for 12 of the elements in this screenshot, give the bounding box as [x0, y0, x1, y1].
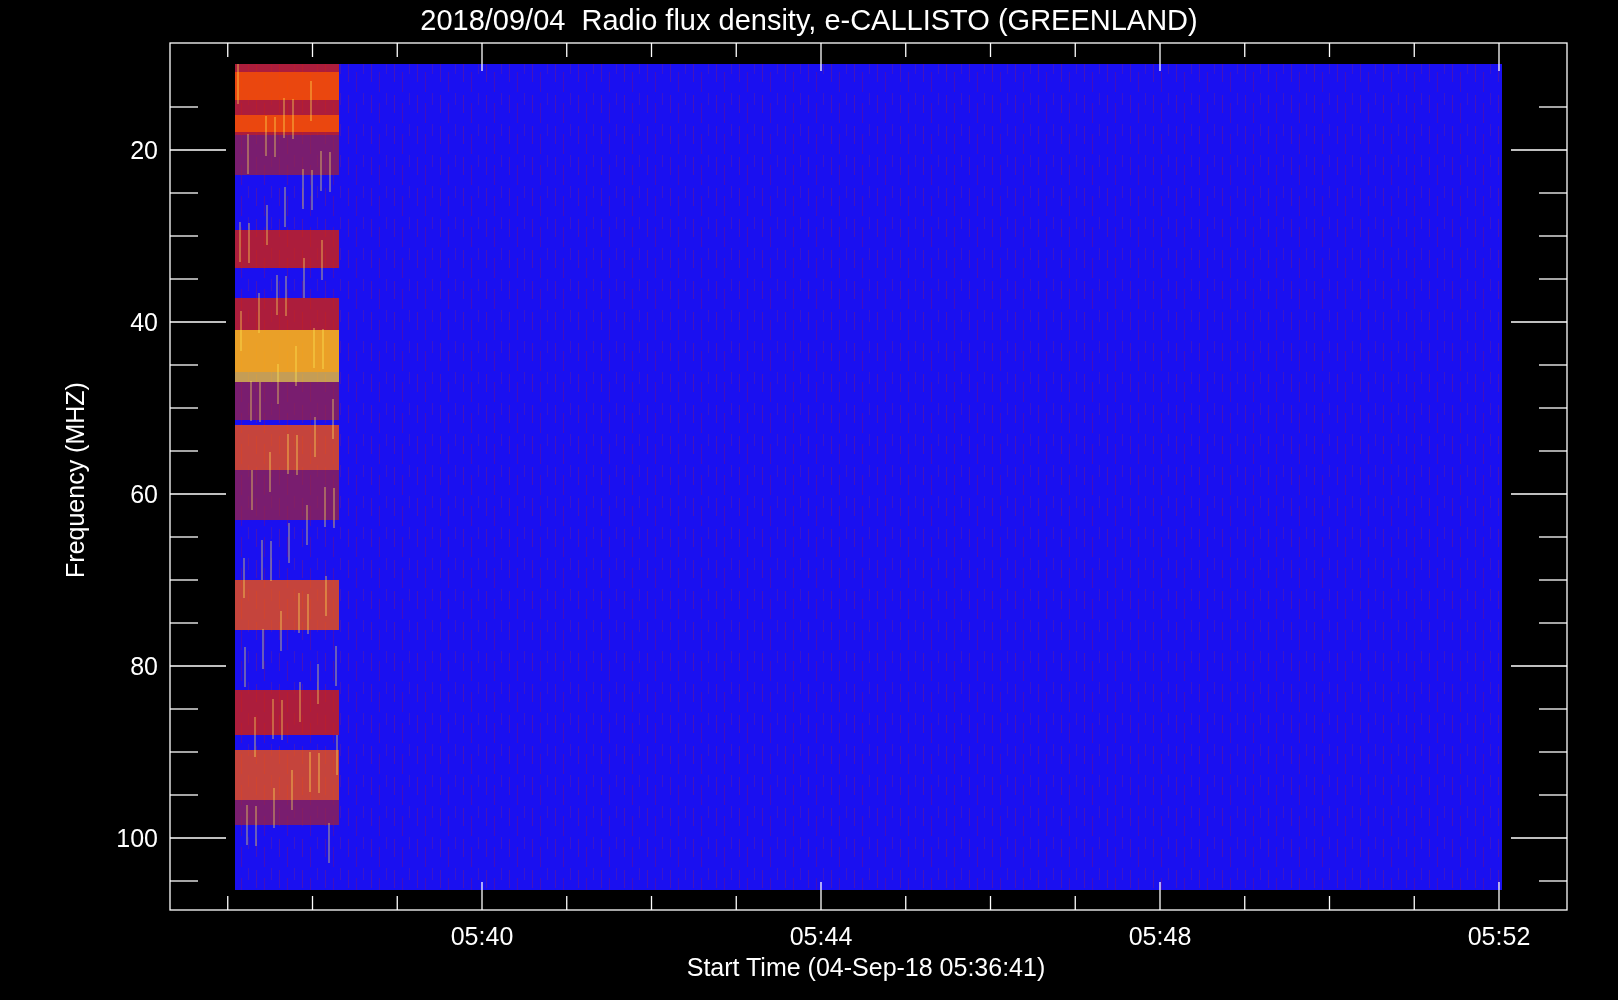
- x-tick-label: 05:52: [1467, 922, 1531, 950]
- y-tick-label: 20: [130, 136, 158, 164]
- x-tick-label: 05:48: [1128, 922, 1192, 950]
- x-tick-label: 05:40: [450, 922, 514, 950]
- y-tick-label: 60: [130, 480, 158, 508]
- y-tick-label: 100: [116, 824, 158, 852]
- x-axis-title: Start Time (04-Sep-18 05:36:41): [686, 953, 1046, 981]
- x-tick-label: 05:44: [789, 922, 853, 950]
- y-tick-label: 40: [130, 308, 158, 336]
- plot-title: 2018/09/04 Radio flux density, e-CALLISTO (GREENLAND): [420, 4, 1198, 36]
- y-axis-title: Frequency (MHZ): [61, 382, 89, 578]
- y-tick-label: 80: [130, 652, 158, 680]
